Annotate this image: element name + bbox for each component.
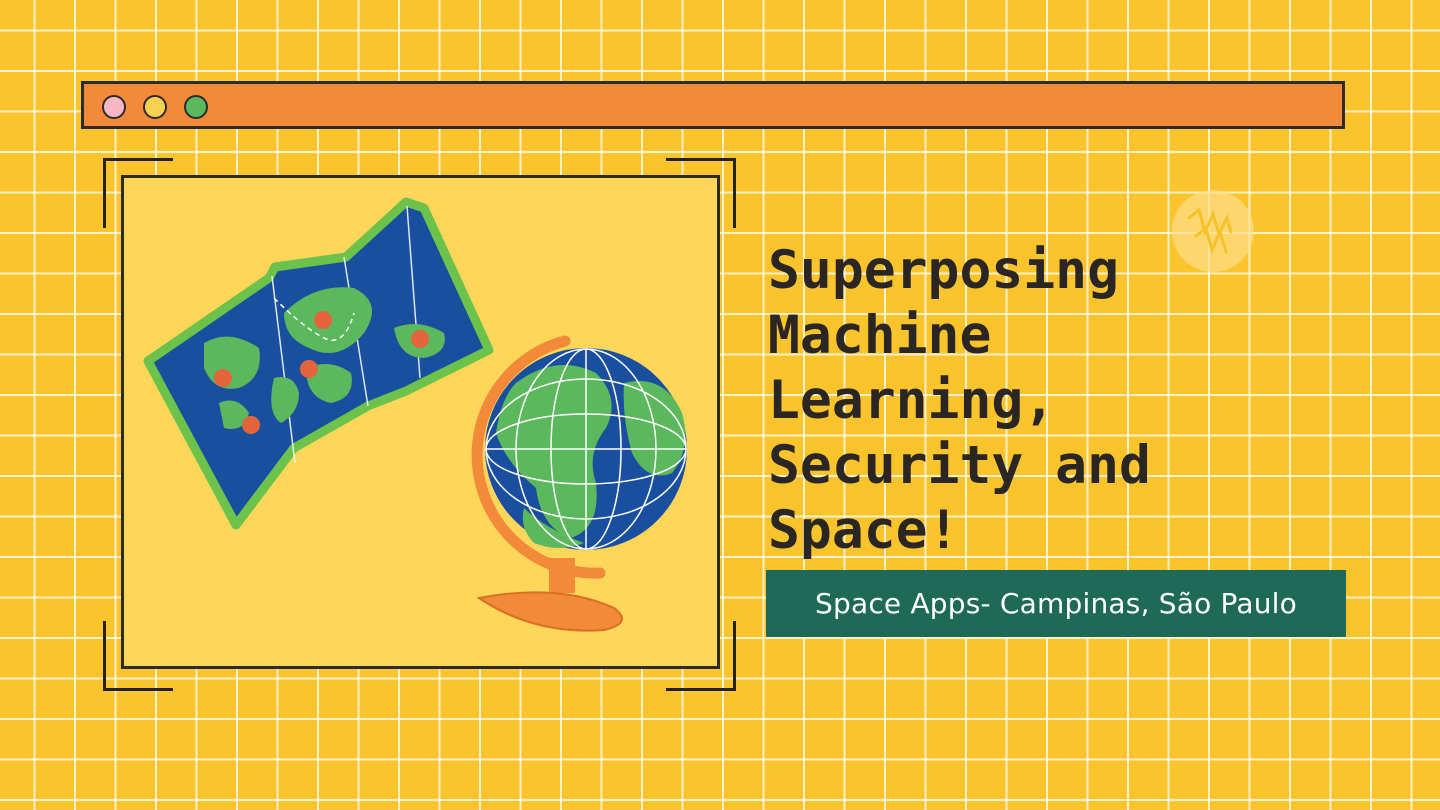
subtitle-banner: Space Apps- Campinas, São Paulo	[766, 570, 1346, 637]
subtitle-label: Space Apps- Campinas, São Paulo	[815, 587, 1297, 620]
illustration-panel	[121, 175, 720, 669]
maximize-dot-icon[interactable]	[184, 95, 208, 119]
illustration-svg	[143, 197, 687, 632]
world-map-icon	[143, 197, 494, 530]
close-dot-icon[interactable]	[102, 95, 126, 119]
browser-window-bar	[81, 81, 1345, 129]
globe-icon	[471, 335, 687, 632]
minimize-dot-icon[interactable]	[143, 95, 167, 119]
headline-title: Superposing Machine Learning, Security a…	[768, 240, 1151, 561]
